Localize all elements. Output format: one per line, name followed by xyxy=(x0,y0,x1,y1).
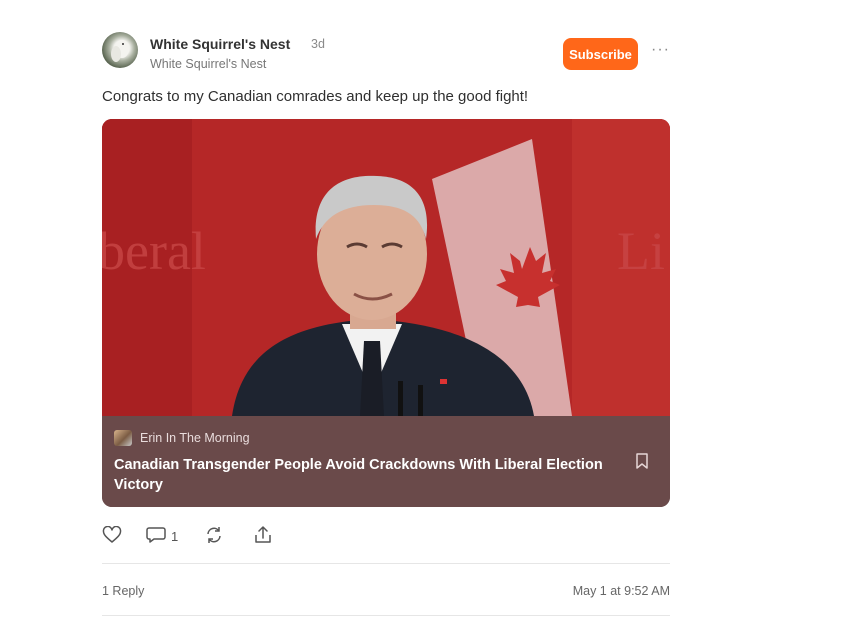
publication-name[interactable]: White Squirrel's Nest xyxy=(150,57,266,71)
embedded-post[interactable]: beral Li Erin In The Morning Canadian Tr… xyxy=(102,119,670,507)
restack-icon xyxy=(204,526,224,547)
restack-button[interactable] xyxy=(204,526,224,547)
post-card: White Squirrel's Nest 3d White Squirrel'… xyxy=(102,30,670,616)
heart-icon xyxy=(102,525,122,547)
publication-logo-icon xyxy=(114,430,132,446)
divider xyxy=(102,615,670,616)
embed-publication-row[interactable]: Erin In The Morning xyxy=(114,430,250,446)
post-date[interactable]: May 1 at 9:52 AM xyxy=(573,584,670,598)
post-text: Congrats to my Canadian comrades and kee… xyxy=(102,88,529,105)
divider xyxy=(102,563,670,564)
action-bar: 1 xyxy=(102,525,670,554)
avatar[interactable] xyxy=(102,32,138,68)
like-button[interactable] xyxy=(102,525,122,547)
share-button[interactable] xyxy=(253,526,273,547)
backdrop-text-left: beral xyxy=(102,221,206,281)
backdrop-text-right: Li xyxy=(617,221,665,281)
bookmark-icon[interactable] xyxy=(635,453,649,474)
subscribe-button[interactable]: Subscribe xyxy=(563,38,638,70)
comment-icon xyxy=(146,526,166,547)
post-time: 3d xyxy=(311,37,325,51)
embed-meta: Erin In The Morning Canadian Transgender… xyxy=(102,416,670,507)
embed-publication-name: Erin In The Morning xyxy=(140,431,250,445)
comment-count: 1 xyxy=(171,529,179,544)
comment-button[interactable]: 1 xyxy=(146,526,178,547)
embed-title[interactable]: Canadian Transgender People Avoid Crackd… xyxy=(114,455,614,495)
share-icon xyxy=(253,526,273,547)
post-header: White Squirrel's Nest 3d White Squirrel'… xyxy=(102,30,670,74)
replies-link[interactable]: 1 Reply xyxy=(102,584,144,598)
more-icon[interactable]: ··· xyxy=(651,41,670,59)
author-name[interactable]: White Squirrel's Nest xyxy=(150,36,290,52)
embed-image: beral Li xyxy=(102,119,670,416)
